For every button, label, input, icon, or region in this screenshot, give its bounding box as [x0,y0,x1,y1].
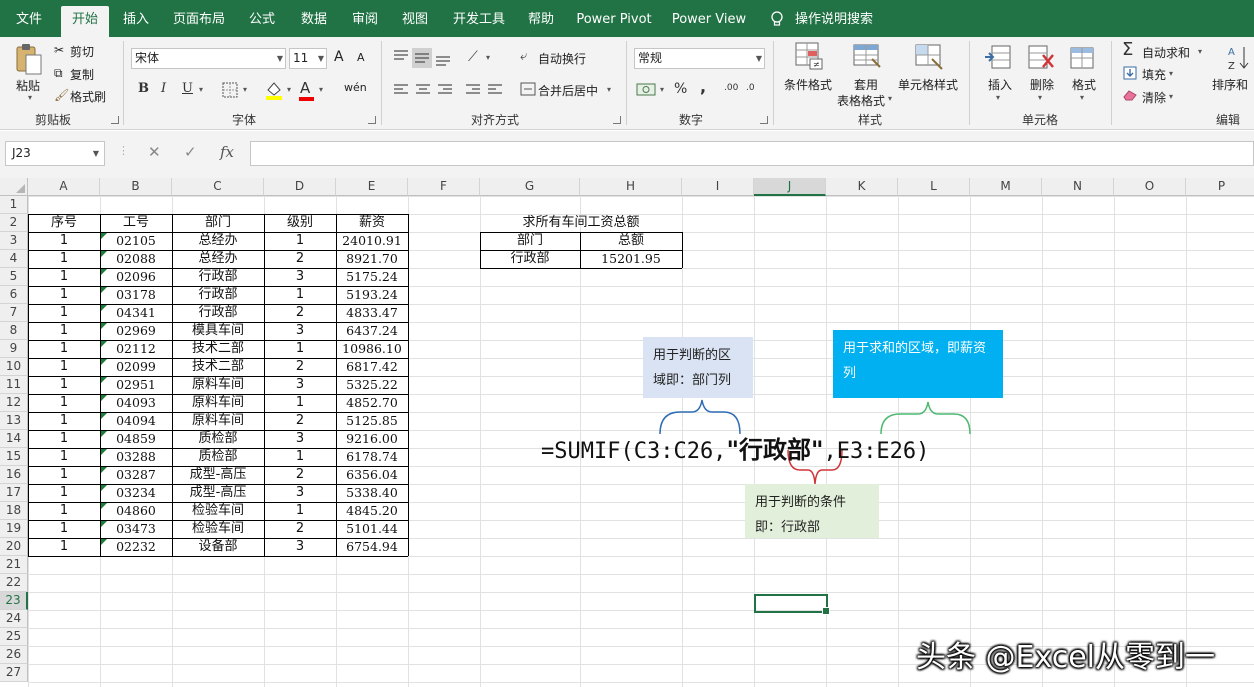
excel-window: 文件 开始 插入 页面布局 公式 数据 审阅 视图 开发工具 帮助 Power … [0,0,1254,687]
brace-range-icon [659,399,741,435]
watermark: 头条 @Excel从零到一 [916,640,1216,675]
active-cell-selection[interactable] [754,594,830,615]
formula-suffix: ,E3:E26) [823,439,930,464]
brace-annotations [659,399,971,485]
formula-criteria: "行政部" [726,436,824,464]
formula-prefix: =SUMIF(C3:C26, [541,439,727,464]
sumif-formula: =SUMIF(C3:C26,"行政部",E3:E26) [541,430,929,465]
